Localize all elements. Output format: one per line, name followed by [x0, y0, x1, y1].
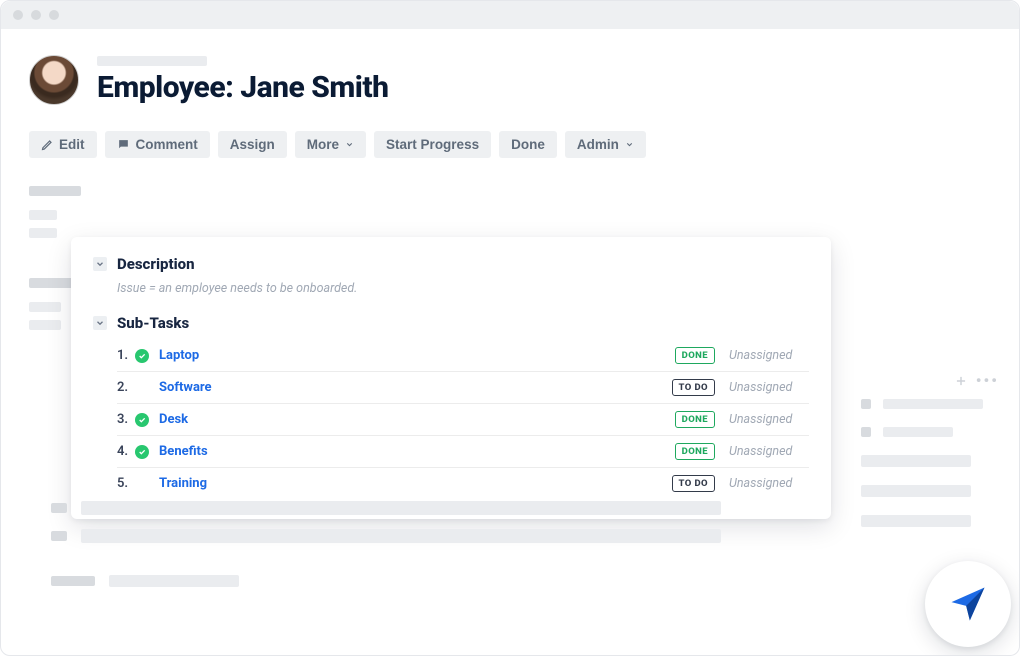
subtask-assignee: Unassigned [729, 444, 809, 459]
assign-button[interactable]: Assign [218, 131, 287, 158]
status-badge: DONE [675, 347, 715, 364]
check-spacer [135, 477, 149, 491]
subtask-link[interactable]: Laptop [159, 348, 199, 363]
subtask-number: 2. [117, 380, 135, 395]
skeleton-bar [861, 427, 871, 437]
description-title: Description [117, 255, 195, 273]
subtask-assignee: Unassigned [729, 348, 809, 363]
skeleton-bar [51, 576, 95, 586]
right-skeleton [861, 363, 1001, 527]
done-button[interactable]: Done [499, 131, 557, 158]
status-badge: TO DO [672, 475, 715, 492]
chevron-down-icon [625, 140, 634, 149]
window-control-maximize[interactable] [49, 10, 59, 20]
subtask-row[interactable]: 5. Training TO DO Unassigned [117, 468, 809, 499]
skeleton-bar [81, 529, 721, 543]
status-badge: DONE [675, 443, 715, 460]
skeleton-bar [29, 320, 61, 330]
skeleton-bar [29, 210, 57, 220]
status-badge: TO DO [672, 379, 715, 396]
subtask-row[interactable]: 4. Benefits DONE Unassigned [117, 436, 809, 468]
subtask-link[interactable]: Benefits [159, 444, 208, 459]
bottom-skeleton [51, 501, 791, 587]
subtask-link[interactable]: Desk [159, 412, 188, 427]
skeleton-bar [861, 455, 971, 467]
admin-button[interactable]: Admin [565, 131, 646, 158]
check-icon [135, 445, 149, 459]
subtasks-title: Sub-Tasks [117, 314, 189, 332]
title-stack: Employee: Jane Smith [97, 56, 388, 105]
comment-button[interactable]: Comment [105, 131, 210, 158]
subtask-link[interactable]: Training [159, 476, 207, 491]
start-progress-label: Start Progress [386, 137, 479, 152]
description-header[interactable]: Description [93, 255, 809, 273]
start-progress-button[interactable]: Start Progress [374, 131, 491, 158]
skeleton-bar [29, 302, 61, 312]
subtask-assignee: Unassigned [729, 380, 809, 395]
subtask-number: 1. [117, 348, 135, 363]
subtask-assignee: Unassigned [729, 412, 809, 427]
avatar[interactable] [29, 55, 79, 105]
skeleton-bar [51, 531, 67, 541]
chevron-down-icon [95, 318, 105, 328]
app-window: Employee: Jane Smith Edit Comment Assign… [0, 0, 1020, 656]
subtasks-header[interactable]: Sub-Tasks [93, 314, 809, 332]
page-header: Employee: Jane Smith [29, 55, 991, 105]
more-label: More [307, 137, 339, 152]
detail-card: Description Issue = an employee needs to… [71, 237, 831, 519]
skeleton-bar [883, 399, 983, 409]
collapse-toggle[interactable] [93, 257, 107, 271]
page-title: Employee: Jane Smith [97, 70, 388, 105]
skeleton-bar [883, 427, 953, 437]
subtask-number: 3. [117, 412, 135, 427]
subtask-list: 1. Laptop DONE Unassigned 2. Software TO… [117, 340, 809, 499]
status-badge: DONE [675, 411, 715, 428]
assign-label: Assign [230, 137, 275, 152]
subtask-number: 4. [117, 444, 135, 459]
skeleton-bar [51, 503, 67, 513]
skeleton-bar [29, 228, 57, 238]
subtask-number: 5. [117, 476, 135, 491]
pencil-icon [41, 139, 53, 151]
skeleton-bar [29, 186, 81, 196]
skeleton-bar [861, 515, 971, 527]
admin-label: Admin [577, 137, 619, 152]
check-icon [135, 349, 149, 363]
skeleton-bar [81, 501, 721, 515]
check-spacer [135, 381, 149, 395]
subtask-row[interactable]: 2. Software TO DO Unassigned [117, 372, 809, 404]
paper-plane-icon [946, 582, 990, 626]
chevron-down-icon [95, 259, 105, 269]
toolbar: Edit Comment Assign More Start Progress … [29, 131, 991, 158]
chevron-down-icon [345, 140, 354, 149]
window-control-close[interactable] [13, 10, 23, 20]
subtask-row[interactable]: 1. Laptop DONE Unassigned [117, 340, 809, 372]
description-text: Issue = an employee needs to be onboarde… [117, 281, 809, 296]
breadcrumb-skeleton [97, 56, 207, 66]
edit-button[interactable]: Edit [29, 131, 97, 158]
done-label: Done [511, 137, 545, 152]
more-button[interactable]: More [295, 131, 366, 158]
edit-label: Edit [59, 137, 85, 152]
subtask-assignee: Unassigned [729, 476, 809, 491]
window-control-minimize[interactable] [31, 10, 41, 20]
fab-button[interactable] [925, 561, 1011, 647]
window-titlebar [1, 1, 1019, 29]
check-icon [135, 413, 149, 427]
comment-label: Comment [136, 137, 198, 152]
subtask-row[interactable]: 3. Desk DONE Unassigned [117, 404, 809, 436]
subtask-link[interactable]: Software [159, 380, 212, 395]
collapse-toggle[interactable] [93, 316, 107, 330]
skeleton-bar [109, 575, 239, 587]
skeleton-bar [861, 399, 871, 409]
comment-icon [117, 138, 130, 151]
skeleton-bar [861, 485, 971, 497]
